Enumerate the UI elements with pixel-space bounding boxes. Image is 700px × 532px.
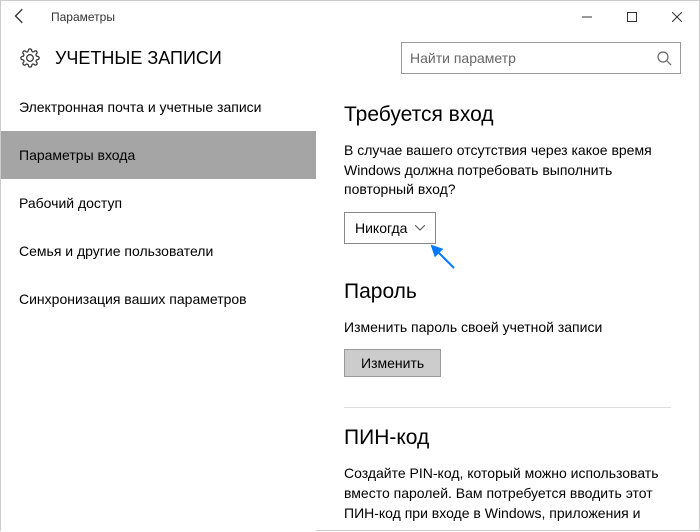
require-signin-dropdown[interactable]: Никогда bbox=[344, 212, 436, 244]
maximize-icon bbox=[627, 12, 637, 22]
titlebar: Параметры bbox=[1, 1, 699, 33]
minimize-icon bbox=[582, 12, 592, 22]
minimize-button[interactable] bbox=[564, 1, 609, 33]
header: УЧЕТНЫЕ ЗАПИСИ bbox=[1, 33, 699, 83]
sidebar-item-email-accounts[interactable]: Электронная почта и учетные записи bbox=[1, 83, 316, 131]
back-button[interactable] bbox=[6, 2, 34, 30]
divider bbox=[344, 407, 671, 408]
close-button[interactable] bbox=[654, 1, 699, 33]
chevron-down-icon bbox=[415, 225, 425, 231]
sidebar-item-label: Семья и другие пользователи bbox=[19, 243, 213, 259]
search-icon bbox=[656, 50, 672, 66]
page-title: УЧЕТНЫЕ ЗАПИСИ bbox=[55, 48, 401, 69]
window-title: Параметры bbox=[11, 10, 564, 24]
sidebar-item-label: Электронная почта и учетные записи bbox=[19, 99, 261, 115]
gear-icon bbox=[19, 47, 41, 69]
search-box[interactable] bbox=[401, 42, 681, 74]
sidebar: Электронная почта и учетные записи Парам… bbox=[1, 83, 316, 532]
maximize-button[interactable] bbox=[609, 1, 654, 33]
search-input[interactable] bbox=[410, 50, 656, 66]
sidebar-item-label: Параметры входа bbox=[19, 147, 135, 163]
sidebar-item-signin-options[interactable]: Параметры входа bbox=[1, 131, 316, 179]
sidebar-item-work-access[interactable]: Рабочий доступ bbox=[1, 179, 316, 227]
section-title-signin: Требуется вход bbox=[344, 103, 671, 127]
close-icon bbox=[672, 12, 682, 22]
change-password-button[interactable]: Изменить bbox=[344, 349, 441, 377]
sidebar-item-label: Синхронизация ваших параметров bbox=[19, 291, 247, 307]
pin-description: Создайте PIN-код, который можно использо… bbox=[344, 464, 671, 523]
section-title-pin: ПИН-код bbox=[344, 426, 671, 450]
password-description: Изменить пароль своей учетной записи bbox=[344, 318, 671, 338]
signin-description: В случае вашего отсутствия через какое в… bbox=[344, 141, 671, 200]
sidebar-item-sync-settings[interactable]: Синхронизация ваших параметров bbox=[1, 275, 316, 323]
content-pane: Требуется вход В случае вашего отсутстви… bbox=[316, 83, 699, 532]
section-title-password: Пароль bbox=[344, 280, 671, 304]
dropdown-value: Никогда bbox=[355, 220, 407, 236]
sidebar-item-family-users[interactable]: Семья и другие пользователи bbox=[1, 227, 316, 275]
arrow-left-icon bbox=[11, 7, 29, 25]
sidebar-item-label: Рабочий доступ bbox=[19, 195, 122, 211]
annotation-arrow-icon bbox=[426, 240, 466, 280]
